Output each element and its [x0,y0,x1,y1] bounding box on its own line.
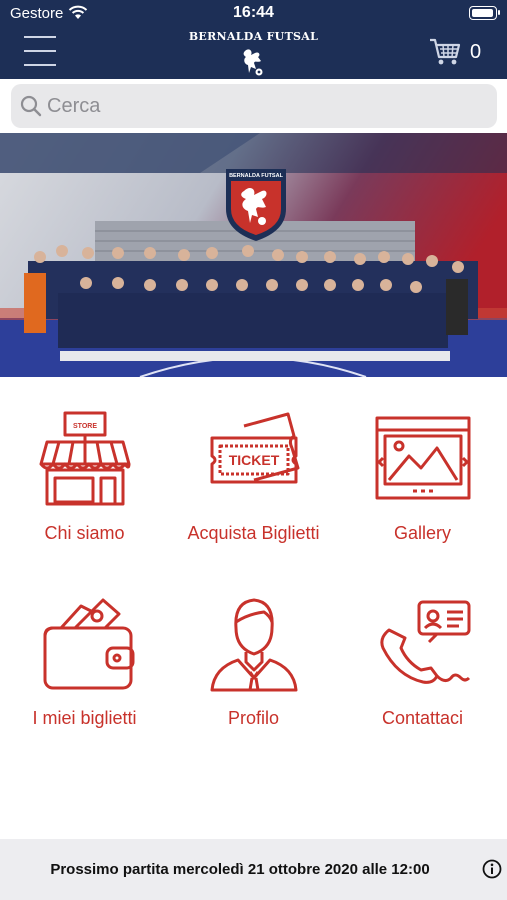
tile-label: Contattaci [381,708,464,728]
search-input[interactable] [47,92,477,120]
wallet-icon [43,598,134,690]
ticket-icon-text: TICKET [228,452,279,468]
next-match-bar: Prossimo partita mercoledì 21 ottobre 20… [0,839,507,900]
tile-acquista-biglietti[interactable]: TICKET Acquista Biglietti [169,400,338,570]
team-photo: BERNALDA FUTSAL [0,133,507,377]
ticket-icon: TICKET [210,412,299,484]
brand-logo-icon [243,49,262,76]
status-time: 16:44 [233,4,274,21]
next-match-text: Prossimo partita mercoledì 21 ottobre 20… [50,861,430,878]
tile-gallery[interactable]: Gallery [338,400,507,570]
store-icon: STORE [39,411,130,506]
tile-label: Gallery [393,523,451,543]
battery-icon [469,6,500,20]
contact-phone-icon [379,600,470,684]
tile-label: Profilo [227,708,280,728]
tile-profilo[interactable]: Profilo [169,590,338,760]
info-icon[interactable] [482,859,502,879]
store-icon-text: STORE [73,423,97,430]
tile-label: Acquista Biglietti [187,523,320,543]
team-photo-banner: BERNALDA FUTSAL [0,133,507,377]
status-bar: Gestore 16:44 [0,0,507,28]
profile-icon [210,598,297,692]
tile-contattaci[interactable]: Contattaci [338,590,507,760]
app-header: Gestore 16:44 BERNALDA FUTSAL 0 [0,0,507,79]
gallery-icon [375,416,470,500]
tile-chi-siamo[interactable]: STORE Chi siamo [0,400,169,570]
crest-text: BERNALDA FUTSAL [229,173,284,179]
search-icon [20,95,42,117]
shopping-cart-icon[interactable] [428,37,462,67]
cart-count: 0 [470,41,482,63]
tile-label: Chi siamo [44,523,125,543]
tile-label: I miei biglietti [32,708,137,728]
tile-i-miei-biglietti[interactable]: I miei biglietti [0,590,169,760]
battery-level [472,9,493,17]
search-bar[interactable] [11,84,497,128]
